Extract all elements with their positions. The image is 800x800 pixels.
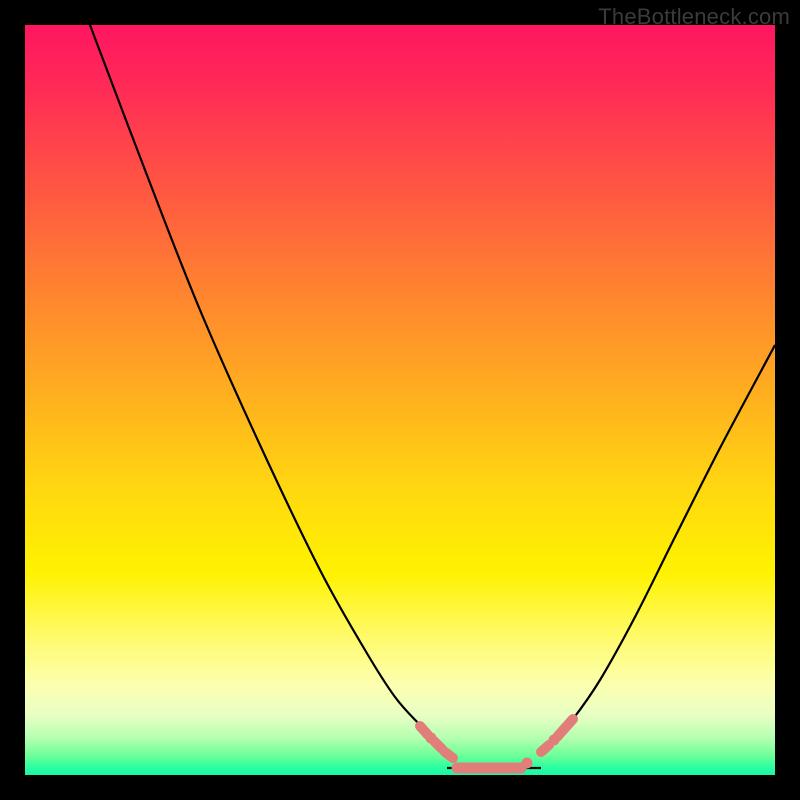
main-curve <box>90 25 775 768</box>
bead-markers <box>420 719 573 769</box>
bead-segment <box>541 745 549 752</box>
left-curve <box>90 25 447 752</box>
chart-frame <box>25 25 775 775</box>
bead-dot <box>426 733 437 744</box>
watermark-text: TheBottleneck.com <box>598 4 790 30</box>
right-curve <box>541 345 775 752</box>
bead-segment <box>434 741 442 749</box>
bead-dot <box>549 735 560 746</box>
bead-segment <box>445 752 453 758</box>
chart-svg <box>25 25 775 775</box>
bead-segment <box>557 719 573 737</box>
bead-segment <box>420 726 428 735</box>
